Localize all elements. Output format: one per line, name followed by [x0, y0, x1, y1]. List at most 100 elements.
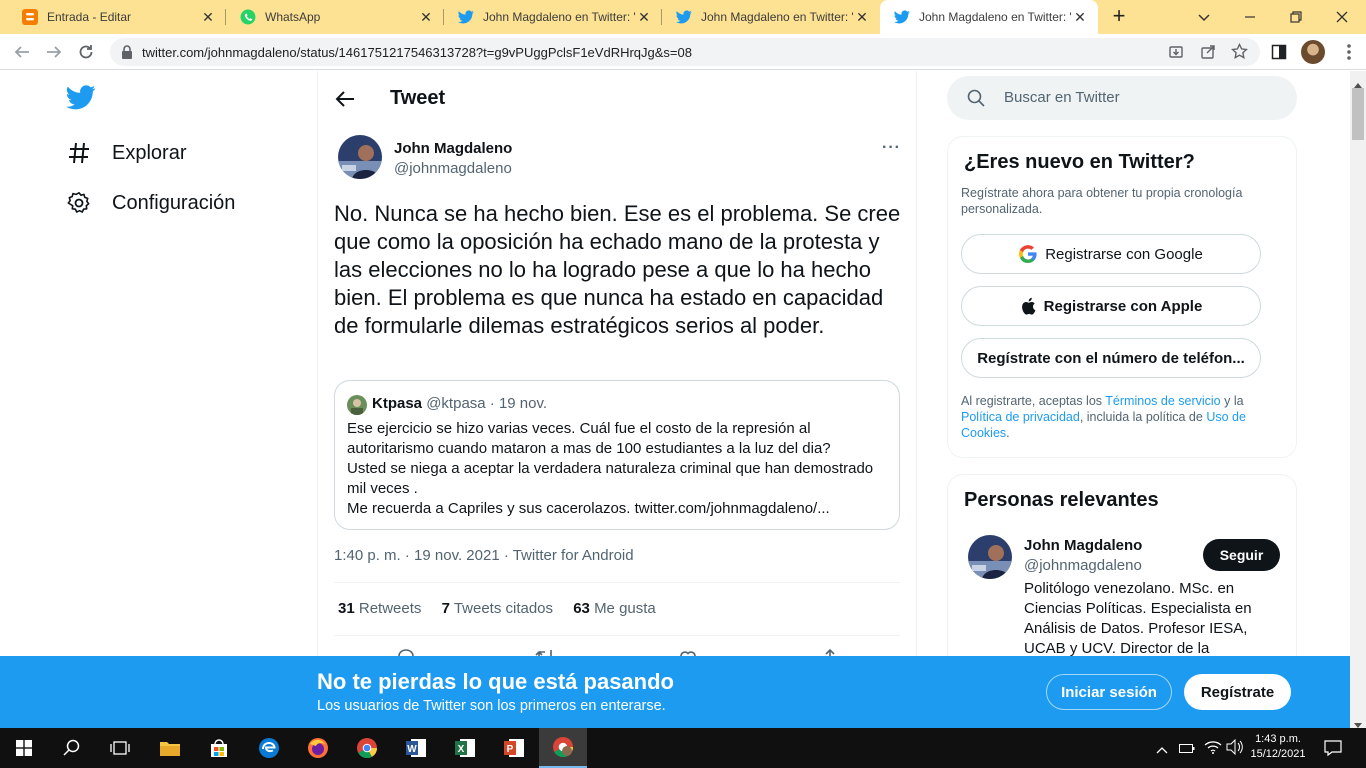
relevant-avatar[interactable]: [968, 535, 1012, 579]
legal-text: , incluida la política de: [1079, 410, 1203, 424]
tab-blogger[interactable]: Entrada - Editar ✕: [8, 0, 226, 34]
likes-stat[interactable]: 63 Me gusta: [573, 600, 656, 617]
author-avatar[interactable]: [338, 135, 382, 179]
relevant-people-card: Personas relevantes John Magdaleno @john…: [947, 474, 1297, 656]
edge-icon[interactable]: [245, 728, 293, 768]
svg-text:W: W: [407, 744, 417, 755]
close-window-icon[interactable]: [1332, 7, 1352, 27]
twitter-bird-icon: [894, 9, 910, 25]
page-scrollbar[interactable]: [1350, 71, 1366, 728]
like-icon[interactable]: [678, 648, 698, 656]
signup-apple-label: Registrarse con Apple: [1043, 297, 1203, 315]
signup-apple-button[interactable]: Registrarse con Apple: [961, 286, 1261, 326]
tab-twitter-active[interactable]: John Magdaleno en Twitter: " ✕: [880, 0, 1098, 34]
close-tab-icon[interactable]: ✕: [854, 9, 870, 26]
install-icon[interactable]: [1168, 44, 1184, 63]
signup-google-button[interactable]: Registrarse con Google: [961, 234, 1261, 274]
twitter-bird-icon: [676, 9, 692, 25]
privacy-link[interactable]: Política de privacidad: [961, 410, 1080, 424]
relevant-handle[interactable]: @johnmagdaleno: [1024, 557, 1142, 574]
login-button[interactable]: Iniciar sesión: [1046, 674, 1172, 710]
signup-google-label: Registrarse con Google: [1045, 245, 1203, 263]
new-tab-icon[interactable]: +: [1108, 5, 1130, 28]
side-panel-icon[interactable]: [1271, 44, 1287, 60]
close-tab-icon[interactable]: ✕: [200, 9, 216, 26]
forward-arrow-icon[interactable]: [42, 40, 66, 64]
twitter-logo-icon[interactable]: [66, 85, 96, 111]
tab-twitter-2[interactable]: John Magdaleno en Twitter: " ✕: [662, 0, 880, 34]
follow-button[interactable]: Seguir: [1203, 539, 1280, 571]
address-bar[interactable]: twitter.com/johnmagdaleno/status/1461751…: [110, 38, 1260, 66]
clock-date: 15/12/2021: [1250, 748, 1306, 760]
minimize-icon[interactable]: [1240, 7, 1260, 27]
relevant-name[interactable]: John Magdaleno: [1024, 537, 1142, 554]
quote-line: mil veces .: [347, 480, 418, 497]
battery-icon[interactable]: [1179, 741, 1195, 759]
back-arrow-icon[interactable]: [10, 40, 34, 64]
wifi-icon[interactable]: [1204, 739, 1222, 760]
share-icon[interactable]: [1200, 44, 1216, 63]
reload-icon[interactable]: [74, 40, 98, 64]
close-tab-icon[interactable]: ✕: [418, 9, 434, 26]
likes-label: Me gusta: [594, 600, 656, 617]
author-name[interactable]: John Magdaleno: [394, 140, 512, 157]
store-icon[interactable]: [195, 728, 243, 768]
volume-icon[interactable]: [1226, 738, 1244, 760]
scrollbar-thumb[interactable]: [1352, 88, 1364, 140]
excel-icon[interactable]: X: [441, 728, 489, 768]
register-button[interactable]: Regístrate: [1184, 674, 1291, 710]
author-handle[interactable]: @johnmagdaleno: [394, 160, 512, 177]
nav-explore-label: Explorar: [112, 141, 187, 164]
nav-explore[interactable]: Explorar: [66, 140, 186, 166]
firefox-icon[interactable]: [294, 728, 342, 768]
quote-author-handle: @ktpasa: [426, 395, 486, 412]
clock-time: 1:43 p.m.: [1255, 733, 1301, 745]
browser-menu-icon[interactable]: [1345, 42, 1353, 62]
task-view-icon[interactable]: [96, 728, 144, 768]
google-icon: [1019, 245, 1037, 263]
profile-avatar[interactable]: [1301, 40, 1325, 64]
quoted-tweet[interactable]: Ktpasa @ktpasa · 19 nov. Ese ejercicio s…: [334, 380, 900, 530]
close-tab-icon[interactable]: ✕: [1072, 9, 1088, 26]
share-tweet-icon[interactable]: [820, 647, 840, 656]
quotes-stat[interactable]: 7 Tweets citados: [442, 600, 553, 617]
tab-search-icon[interactable]: [1194, 7, 1214, 27]
nav-settings[interactable]: Configuración: [66, 190, 235, 216]
tweet-timestamp[interactable]: 1:40 p. m. · 19 nov. 2021 · Twitter for …: [334, 547, 634, 564]
whatsapp-icon: [240, 9, 256, 25]
chrome-profile-active-icon[interactable]: [539, 728, 587, 768]
svg-text:X: X: [458, 744, 465, 755]
retweets-stat[interactable]: 31 Retweets: [338, 600, 421, 617]
browser-tab-strip: Entrada - Editar ✕ WhatsApp ✕ John Magda…: [0, 0, 1366, 34]
bookmark-star-icon[interactable]: [1231, 42, 1248, 63]
restore-icon[interactable]: [1286, 7, 1306, 27]
file-explorer-icon[interactable]: [146, 728, 194, 768]
chevron-up-icon[interactable]: [1156, 742, 1168, 760]
clock[interactable]: 1:43 p.m. 15/12/2021: [1250, 732, 1306, 762]
signup-legal-text: Al registrarte, aceptas los Términos de …: [961, 393, 1281, 441]
tab-whatsapp[interactable]: WhatsApp ✕: [226, 0, 444, 34]
powerpoint-icon[interactable]: P: [490, 728, 538, 768]
tab-title: John Magdaleno en Twitter: ": [483, 10, 636, 24]
reply-icon[interactable]: [396, 647, 416, 656]
relevant-title: Personas relevantes: [964, 489, 1159, 511]
tab-twitter-1[interactable]: John Magdaleno en Twitter: " ✕: [444, 0, 662, 34]
search-box[interactable]: Buscar en Twitter: [947, 76, 1297, 120]
tweet-stats: 31 Retweets 7 Tweets citados 63 Me gusta: [338, 600, 656, 617]
search-taskbar-icon[interactable]: [48, 728, 96, 768]
signup-phone-label: Regístrate con el número de teléfon...: [977, 349, 1245, 367]
word-icon[interactable]: W: [392, 728, 440, 768]
tab-title: WhatsApp: [265, 10, 321, 24]
signup-phone-button[interactable]: Regístrate con el número de teléfon...: [961, 338, 1261, 378]
back-icon[interactable]: [334, 88, 356, 110]
tweet-text: No. Nunca se ha hecho bien. Ese es el pr…: [334, 201, 901, 338]
windows-start-icon[interactable]: [0, 728, 48, 768]
chrome-icon[interactable]: [343, 728, 391, 768]
terms-link[interactable]: Términos de servicio: [1105, 394, 1220, 408]
gear-icon: [66, 190, 92, 216]
notifications-icon[interactable]: [1324, 739, 1342, 762]
close-tab-icon[interactable]: ✕: [636, 9, 652, 26]
retweet-icon[interactable]: [534, 647, 556, 656]
signup-title: ¿Eres nuevo en Twitter?: [964, 151, 1195, 173]
more-options-icon[interactable]: ···: [882, 139, 901, 157]
